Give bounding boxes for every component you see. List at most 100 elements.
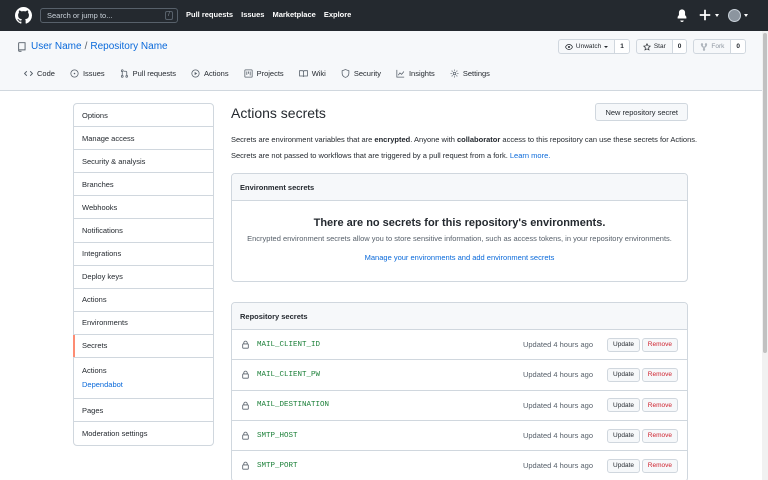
- desc-text: . Anyone with: [410, 135, 457, 144]
- blankslate-title: There are no secrets for this repository…: [313, 217, 606, 229]
- manage-environments-link[interactable]: Manage your environments and add environ…: [232, 253, 687, 262]
- repo-header: User Name / Repository Name Unwatch 1 St…: [0, 31, 768, 91]
- blankslate-description: Encrypted environment secrets allow you …: [247, 234, 672, 243]
- nav-explore[interactable]: Explore: [324, 10, 352, 19]
- update-secret-button[interactable]: Update: [607, 398, 640, 413]
- chevron-down-icon: [604, 45, 609, 48]
- sidebar-item-manage-access[interactable]: Manage access: [74, 127, 213, 151]
- secrets-description: Secrets are environment variables that a…: [231, 135, 697, 144]
- table-row: MAIL_CLIENT_PW Updated 4 hours ago Update R…: [232, 360, 687, 391]
- tab-settings[interactable]: Settings: [450, 69, 490, 86]
- repo-actions: Unwatch 1 Star 0 Fork 0: [557, 39, 746, 54]
- sidebar-item-security-analysis[interactable]: Security & analysis: [74, 150, 213, 174]
- desc-bold: encrypted: [374, 135, 411, 144]
- tab-label: Insights: [408, 69, 435, 78]
- search-input[interactable]: Search or jump to... /: [40, 8, 178, 23]
- tab-code[interactable]: Code: [24, 69, 55, 86]
- sidebar-item-options[interactable]: Options: [74, 104, 213, 128]
- fork-notice-text: Secrets are not passed to workflows that…: [231, 151, 510, 160]
- sidebar-subitem-actions[interactable]: Actions: [82, 366, 205, 375]
- secret-updated: Updated 4 hours ago: [522, 370, 593, 380]
- remove-secret-button[interactable]: Remove: [641, 398, 678, 413]
- nav-issues[interactable]: Issues: [241, 10, 264, 19]
- remove-secret-button[interactable]: Remove: [641, 428, 678, 443]
- sidebar-item-moderation-settings[interactable]: Moderation settings: [74, 422, 213, 445]
- repository-secrets-header: Repository secrets: [232, 303, 687, 330]
- tab-projects[interactable]: Projects: [244, 69, 284, 86]
- sidebar-item-webhooks[interactable]: Webhooks: [74, 196, 213, 220]
- chevron-down-icon[interactable]: [715, 13, 719, 17]
- update-secret-button[interactable]: Update: [607, 458, 640, 473]
- secret-updated: Updated 4 hours ago: [522, 461, 593, 471]
- global-nav: Pull requests Issues Marketplace Explore: [186, 10, 351, 19]
- fork-label: Fork: [711, 43, 725, 50]
- sidebar-item-secrets[interactable]: Secrets: [73, 334, 213, 359]
- desc-text: access to this repository can use these …: [500, 135, 698, 144]
- play-icon: [191, 69, 200, 78]
- table-row: MAIL_CLIENT_ID Updated 4 hours ago Update R…: [232, 330, 687, 361]
- environment-secrets-box: Environment secrets There are no secrets…: [231, 173, 688, 282]
- remove-secret-button[interactable]: Remove: [641, 337, 678, 352]
- pull-request-icon: [120, 69, 128, 78]
- new-repository-secret-button[interactable]: New repository secret: [595, 103, 688, 121]
- tab-security[interactable]: Security: [341, 69, 381, 86]
- update-secret-button[interactable]: Update: [607, 337, 640, 352]
- chevron-down-icon[interactable]: [744, 13, 748, 17]
- tab-label: Issues: [82, 69, 105, 78]
- gear-icon: [450, 69, 459, 78]
- tab-pull-requests[interactable]: Pull requests: [120, 69, 176, 86]
- sidebar-item-deploy-keys[interactable]: Deploy keys: [74, 266, 213, 289]
- star-count[interactable]: 0: [672, 40, 687, 53]
- sidebar-item-integrations[interactable]: Integrations: [74, 243, 213, 266]
- fork-count[interactable]: 0: [731, 40, 745, 53]
- github-logo-icon[interactable]: [15, 7, 32, 24]
- desc-bold: collaborator: [456, 135, 501, 144]
- tab-issues[interactable]: Issues: [70, 69, 105, 86]
- learn-more-link[interactable]: Learn more.: [510, 151, 550, 160]
- secret-list: MAIL_CLIENT_ID Updated 4 hours ago Update R…: [232, 330, 687, 480]
- lock-icon: [242, 431, 249, 440]
- avatar[interactable]: [728, 8, 741, 22]
- tab-label: Projects: [256, 69, 284, 78]
- update-secret-button[interactable]: Update: [607, 367, 640, 382]
- repo-separator: /: [84, 41, 88, 52]
- global-header: Search or jump to... / Pull requests Iss…: [0, 0, 768, 31]
- search-shortcut-key: /: [165, 11, 173, 20]
- fork-button[interactable]: Fork 0: [693, 39, 746, 54]
- bell-icon[interactable]: [675, 8, 689, 22]
- sidebar-item-environments[interactable]: Environments: [74, 312, 213, 335]
- sidebar-subitem-dependabot[interactable]: Dependabot: [82, 380, 205, 389]
- scrollbar-thumb[interactable]: [763, 33, 767, 353]
- nav-pull-requests[interactable]: Pull requests: [186, 10, 233, 19]
- tab-label: Wiki: [311, 69, 326, 78]
- remove-secret-button[interactable]: Remove: [641, 458, 678, 473]
- update-secret-button[interactable]: Update: [607, 428, 640, 443]
- repo-tabs: Code Issues Pull requests Actions Projec…: [24, 69, 505, 86]
- tab-insights[interactable]: Insights: [396, 69, 435, 86]
- tab-actions[interactable]: Actions: [191, 69, 229, 86]
- scrollbar[interactable]: [762, 31, 768, 480]
- star-button[interactable]: Star 0: [635, 39, 688, 54]
- project-icon: [244, 69, 253, 78]
- sidebar-item-pages[interactable]: Pages: [74, 399, 213, 423]
- code-icon: [24, 70, 33, 77]
- sidebar-item-branches[interactable]: Branches: [74, 173, 213, 197]
- repository-secrets-box: Repository secrets MAIL_CLIENT_ID Updated…: [231, 302, 688, 480]
- issue-icon: [70, 69, 79, 78]
- sidebar-item-notifications[interactable]: Notifications: [74, 219, 213, 243]
- watch-button[interactable]: Unwatch 1: [557, 39, 630, 54]
- nav-marketplace[interactable]: Marketplace: [272, 10, 315, 19]
- tab-label: Security: [353, 69, 381, 78]
- secret-name: SMTP_HOST: [257, 431, 298, 440]
- star-icon: [642, 42, 651, 51]
- search-placeholder: Search or jump to...: [47, 11, 113, 20]
- repo-owner-link[interactable]: User Name: [31, 41, 82, 52]
- sidebar-item-actions[interactable]: Actions: [74, 289, 213, 312]
- tab-wiki[interactable]: Wiki: [298, 69, 326, 86]
- repo-name-link[interactable]: Repository Name: [90, 41, 167, 52]
- watch-count[interactable]: 1: [615, 40, 629, 53]
- header-actions: [675, 8, 748, 22]
- plus-icon[interactable]: [698, 8, 712, 22]
- page-title: Actions secrets: [231, 105, 326, 121]
- remove-secret-button[interactable]: Remove: [641, 367, 678, 382]
